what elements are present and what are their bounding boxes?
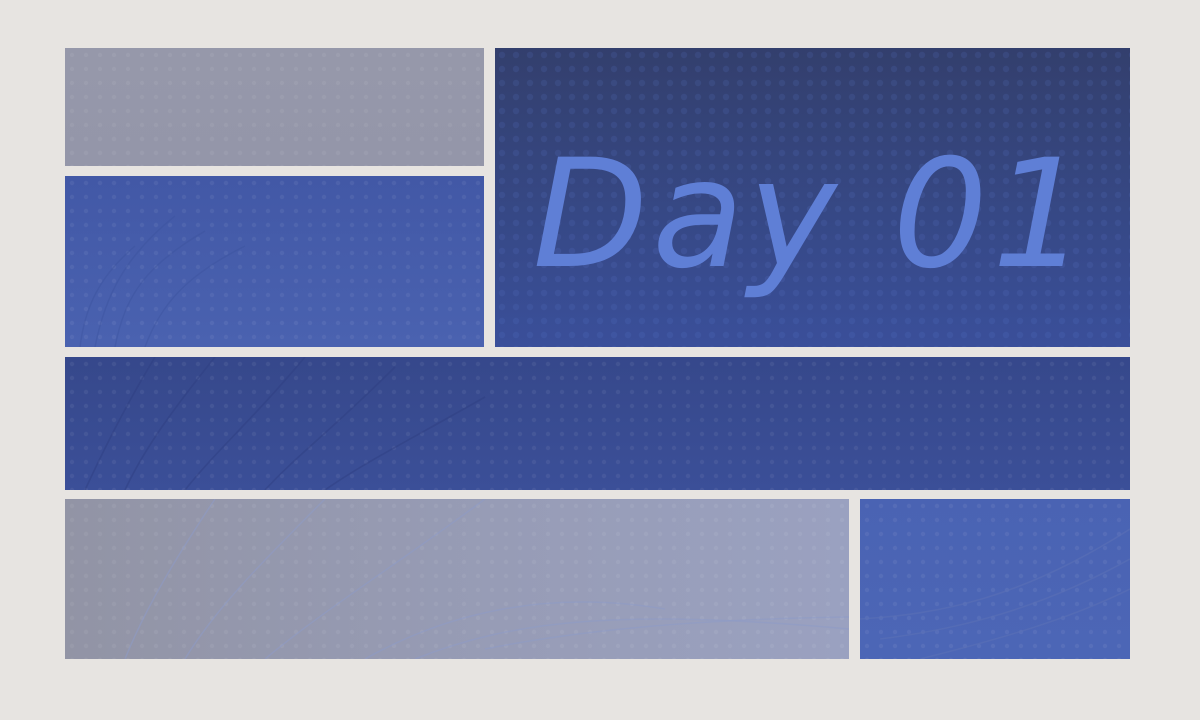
panel-top-left [65, 48, 484, 166]
day-title: Day 01 [533, 128, 1092, 302]
halftone-texture [65, 357, 1130, 490]
panel-bottom-left [65, 499, 849, 659]
panel-mid-left [65, 176, 484, 347]
halftone-texture [860, 499, 1130, 659]
panel-bottom-right [860, 499, 1130, 659]
panel-wide-middle [65, 357, 1130, 490]
halftone-texture [65, 499, 849, 659]
title-panel: Day 01 [495, 48, 1130, 347]
halftone-texture [65, 176, 484, 347]
halftone-texture [65, 48, 484, 166]
day-title-text: Day 01 [533, 128, 1092, 302]
